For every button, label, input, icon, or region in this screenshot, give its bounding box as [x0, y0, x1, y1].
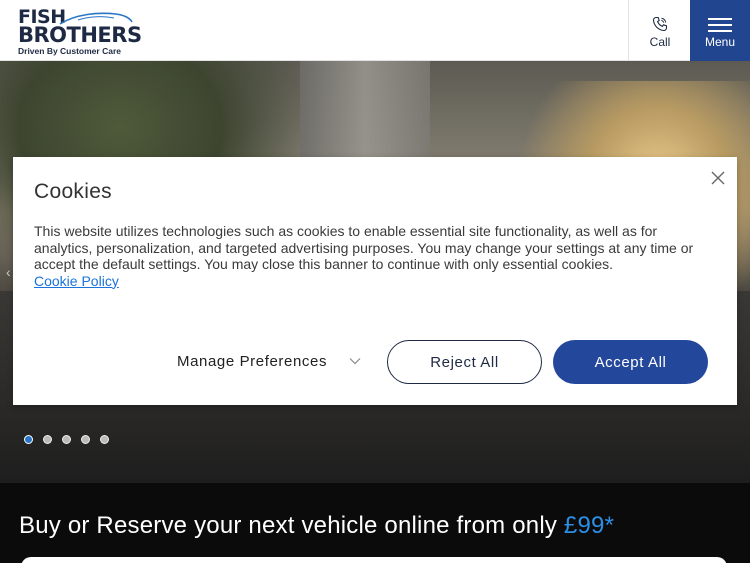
carousel-dot-1[interactable] [24, 435, 33, 444]
cookie-policy-link[interactable]: Cookie Policy [34, 273, 119, 290]
menu-button[interactable]: Menu [690, 0, 750, 61]
carousel-prev-arrow-icon[interactable]: ‹ [6, 264, 11, 280]
promo-text: Buy or Reserve your next vehicle online … [19, 512, 564, 539]
vehicle-search-input[interactable] [21, 557, 727, 563]
call-label: Call [649, 35, 671, 49]
hamburger-icon [708, 18, 732, 36]
phone-icon [652, 16, 668, 32]
manage-preferences-label: Manage Preferences [177, 353, 328, 370]
manage-preferences-button[interactable]: Manage Preferences [177, 353, 361, 370]
logo-text-brothers: BROTHERS [18, 23, 142, 47]
cookie-banner-body: This website utilizes technologies such … [34, 223, 694, 272]
promo-price: £99* [563, 512, 615, 539]
promo-headline: Buy or Reserve your next vehicle online … [19, 512, 614, 540]
carousel-dot-3[interactable] [62, 435, 71, 444]
accept-all-button[interactable]: Accept All [553, 340, 708, 384]
carousel-dot-4[interactable] [81, 435, 90, 444]
carousel-dot-2[interactable] [43, 435, 52, 444]
call-button[interactable]: Call [628, 0, 690, 61]
promo-band: Buy or Reserve your next vehicle online … [0, 483, 750, 563]
cookie-banner-title: Cookies [34, 180, 112, 203]
close-icon[interactable] [709, 169, 727, 187]
reject-all-button[interactable]: Reject All [387, 340, 542, 384]
cookie-banner: Cookies This website utilizes technologi… [13, 157, 737, 405]
fish-brothers-logo[interactable]: FISH BROTHERS Driven By Customer Care [18, 6, 142, 56]
logo-tagline: Driven By Customer Care [18, 46, 121, 56]
site-header: FISH BROTHERS Driven By Customer Care Ca… [0, 0, 750, 61]
carousel-dot-5[interactable] [100, 435, 109, 444]
cookie-banner-text: This website utilizes technologies such … [34, 223, 714, 289]
chevron-down-icon [349, 358, 361, 365]
menu-label: Menu [704, 35, 736, 49]
